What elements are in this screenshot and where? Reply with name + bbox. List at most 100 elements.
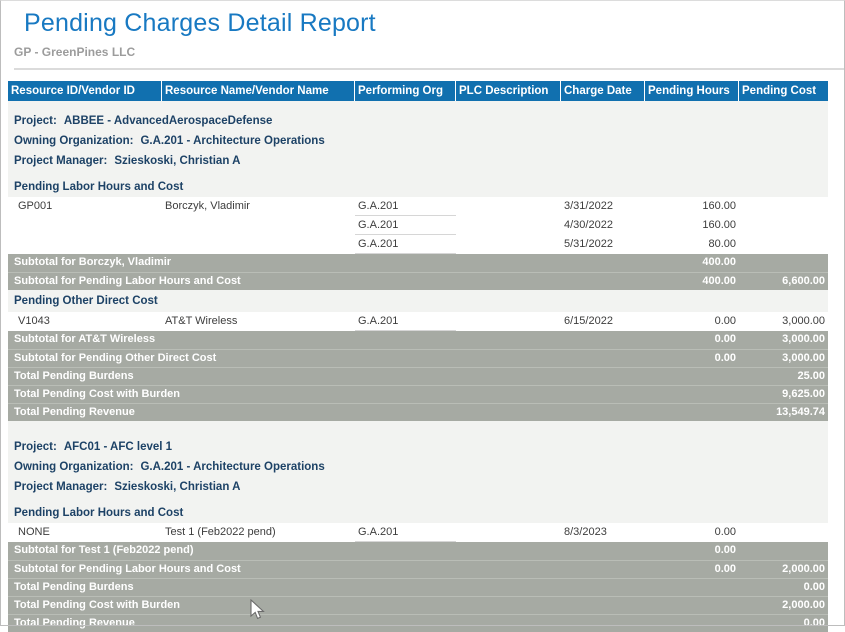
total-label: Total Pending Revenue: [8, 615, 645, 632]
total-label: Total Pending Burdens: [8, 579, 645, 596]
total-row: Total Pending Cost with Burden 2,000.00: [8, 596, 828, 614]
project-value: AFC01 - AFC level 1: [64, 441, 172, 453]
total-hours: [645, 386, 739, 403]
total-cost: 0.00: [739, 579, 828, 596]
subtotal-cost: [739, 542, 828, 560]
total-cost: 25.00: [739, 368, 828, 385]
cell-plc-description: [456, 197, 561, 216]
subtotal-row: Subtotal for Pending Labor Hours and Cos…: [8, 272, 828, 290]
cell-performing-org: G.A.201: [355, 235, 456, 254]
total-hours: [645, 368, 739, 385]
project-manager-label: Project Manager:: [14, 481, 107, 493]
subtotal-label: Subtotal for Pending Labor Hours and Cos…: [8, 561, 645, 578]
total-hours: [645, 597, 739, 614]
company-subtitle: GP - GreenPines LLC: [14, 45, 845, 70]
cell-performing-org: G.A.201: [355, 197, 456, 216]
subtotal-row: Subtotal for Borczyk, Vladimir 400.00: [8, 254, 828, 272]
cell-pending-cost: [739, 235, 828, 254]
total-row: Total Pending Cost with Burden 9,625.00: [8, 385, 828, 403]
section-label-pending-labor: Pending Labor Hours and Cost: [8, 503, 828, 523]
report-table: Resource ID/Vendor ID Resource Name/Vend…: [8, 70, 828, 632]
subtotal-cost: 3,000.00: [739, 350, 828, 367]
cell-resource-id: V1043: [8, 312, 162, 331]
owning-org-row: Owning Organization:G.A.201 - Architectu…: [8, 457, 828, 477]
cell-resource-id: GP001: [8, 197, 162, 216]
total-cost: 2,000.00: [739, 597, 828, 614]
owning-org-value: G.A.201 - Architecture Operations: [140, 135, 324, 147]
cell-resource-name: Borczyk, Vladimir: [162, 197, 355, 216]
cell-charge-date: 8/3/2023: [561, 523, 645, 542]
total-hours: [645, 579, 739, 596]
subtotal-cost: 3,000.00: [739, 331, 828, 349]
cell-pending-hours: 80.00: [645, 235, 739, 254]
cell-resource-name: [162, 216, 355, 235]
subtotal-hours: 0.00: [645, 561, 739, 578]
subtotal-hours: 0.00: [645, 331, 739, 349]
cell-resource-id: NONE: [8, 523, 162, 542]
cell-charge-date: 3/31/2022: [561, 197, 645, 216]
cell-pending-cost: 3,000.00: [739, 312, 828, 331]
total-label: Total Pending Revenue: [8, 404, 645, 421]
cell-pending-cost: [739, 197, 828, 216]
total-row: Total Pending Burdens 0.00: [8, 578, 828, 596]
total-cost: 0.00: [739, 615, 828, 632]
report-title-bar: Pending Charges Detail Report: [0, 0, 845, 38]
subtotal-row: Subtotal for AT&T Wireless 0.00 3,000.00: [8, 331, 828, 349]
project-section-header: Project:AFC01 - AFC level 1 Owning Organ…: [8, 421, 828, 497]
cell-pending-cost: [739, 216, 828, 235]
cell-plc-description: [456, 235, 561, 254]
project-manager-label: Project Manager:: [14, 155, 107, 167]
cell-charge-date: 6/15/2022: [561, 312, 645, 331]
cell-pending-hours: 0.00: [645, 312, 739, 331]
section-label-pending-labor: Pending Labor Hours and Cost: [8, 177, 828, 197]
column-header-pending-hours: Pending Hours: [645, 81, 739, 101]
subtotal-label: Subtotal for Pending Labor Hours and Cos…: [8, 273, 645, 290]
project-label: Project:: [14, 115, 57, 127]
project-id-row: Project:AFC01 - AFC level 1: [8, 437, 828, 457]
total-row: Total Pending Revenue 0.00: [8, 614, 828, 632]
column-header-resource-name: Resource Name/Vendor Name: [162, 81, 355, 101]
subtotal-row: Subtotal for Test 1 (Feb2022 pend) 0.00: [8, 542, 828, 560]
column-header-plc-description: PLC Description: [456, 81, 561, 101]
table-header-row: Resource ID/Vendor ID Resource Name/Vend…: [8, 81, 828, 101]
subtotal-cost: 6,600.00: [739, 273, 828, 290]
cell-resource-id: [8, 235, 162, 254]
project-manager-row: Project Manager: Szieskoski, Christian A: [8, 477, 828, 497]
section-label-pending-odc: Pending Other Direct Cost: [8, 290, 828, 312]
project-manager-row: Project Manager: Szieskoski, Christian A: [8, 151, 828, 171]
cell-performing-org: G.A.201: [355, 312, 456, 331]
owning-org-value: G.A.201 - Architecture Operations: [140, 461, 324, 473]
project-id-row: Project: ABBEE - AdvancedAerospaceDefense: [8, 111, 828, 131]
total-row: Total Pending Revenue 13,549.74: [8, 403, 828, 421]
project-value: ABBEE - AdvancedAerospaceDefense: [64, 115, 273, 127]
subtotal-label: Subtotal for Borczyk, Vladimir: [8, 254, 645, 272]
subtotal-cost: [739, 254, 828, 272]
total-row: Total Pending Burdens 25.00: [8, 367, 828, 385]
labor-detail-row: GP001 Borczyk, Vladimir G.A.201 3/31/202…: [8, 197, 828, 216]
subtotal-hours: 0.00: [645, 542, 739, 560]
total-cost: 9,625.00: [739, 386, 828, 403]
cell-pending-hours: 160.00: [645, 216, 739, 235]
labor-detail-row: G.A.201 4/30/2022 160.00: [8, 216, 828, 235]
total-label: Total Pending Burdens: [8, 368, 645, 385]
cell-pending-hours: 0.00: [645, 523, 739, 542]
column-header-charge-date: Charge Date: [561, 81, 645, 101]
odc-detail-row: V1043 AT&T Wireless G.A.201 6/15/2022 0.…: [8, 312, 828, 331]
column-header-resource-id: Resource ID/Vendor ID: [8, 81, 162, 101]
project-manager-value: Szieskoski, Christian A: [114, 481, 240, 493]
report-body: Project: ABBEE - AdvancedAerospaceDefense…: [8, 101, 828, 632]
total-cost: 13,549.74: [739, 404, 828, 421]
cell-plc-description: [456, 523, 561, 542]
column-header-performing-org: Performing Org: [355, 81, 456, 101]
total-hours: [645, 615, 739, 632]
owning-org-label: Owning Organization:: [14, 135, 133, 147]
cell-pending-cost: [739, 523, 828, 542]
owning-org-row: Owning Organization: G.A.201 - Architectu…: [8, 131, 828, 151]
subtotal-label: Subtotal for Pending Other Direct Cost: [8, 350, 645, 367]
project-manager-value: Szieskoski, Christian A: [114, 155, 240, 167]
column-header-pending-cost: Pending Cost: [739, 81, 828, 101]
cell-performing-org: G.A.201: [355, 523, 456, 542]
subtotal-hours: 0.00: [645, 350, 739, 367]
cell-pending-hours: 160.00: [645, 197, 739, 216]
total-hours: [645, 404, 739, 421]
